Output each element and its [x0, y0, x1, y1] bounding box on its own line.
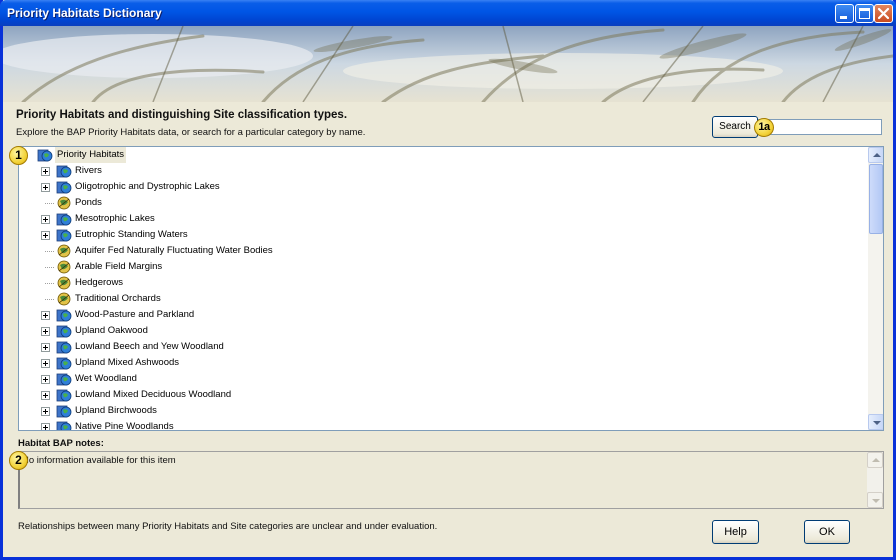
search-button[interactable]: Search	[712, 116, 758, 138]
notes-textarea[interactable]: No information available for this item	[18, 451, 884, 509]
tree-connector	[45, 251, 54, 252]
notes-scroll-down-button[interactable]	[867, 492, 883, 508]
notes-text: No information available for this item	[22, 455, 176, 466]
globe-folder-icon	[37, 149, 53, 162]
expand-icon[interactable]	[41, 183, 50, 192]
page-heading: Priority Habitats and distinguishing Sit…	[16, 109, 348, 121]
tree-node-label: Traditional Orchards	[75, 293, 161, 304]
tree-node-label: Ponds	[75, 197, 102, 208]
globe-folder-icon	[56, 405, 72, 418]
globe-folder-icon	[56, 389, 72, 402]
page-subheading: Explore the BAP Priority Habitats data, …	[16, 127, 366, 138]
scroll-up-button[interactable]	[868, 147, 883, 163]
close-button[interactable]	[874, 4, 893, 23]
globe-folder-icon	[56, 373, 72, 386]
habitat-tree[interactable]: Priority Habitats Rivers Oligotrophic and…	[18, 146, 884, 431]
tree-node-label: Aquifer Fed Naturally Fluctuating Water …	[75, 245, 273, 256]
tree-node-label: Wet Woodland	[75, 373, 137, 384]
globe-folder-icon	[56, 229, 72, 242]
search-input[interactable]	[758, 119, 882, 135]
arrow-down-icon	[873, 421, 881, 425]
expand-icon[interactable]	[41, 311, 50, 320]
ok-button[interactable]: OK	[804, 520, 850, 544]
footer-message: Relationships between many Priority Habi…	[18, 521, 438, 532]
tree-node-label: Rivers	[75, 165, 102, 176]
tree-node-label: Hedgerows	[75, 277, 124, 288]
globe-folder-icon	[56, 341, 72, 354]
maximize-icon	[859, 8, 870, 19]
globe-leaf-icon	[57, 292, 71, 306]
close-icon	[877, 7, 890, 20]
globe-folder-icon	[56, 213, 72, 226]
globe-folder-icon	[56, 165, 72, 178]
notes-vertical-scrollbar[interactable]	[867, 452, 883, 508]
grass-artwork	[3, 26, 893, 102]
tree-vertical-scrollbar[interactable]	[868, 147, 883, 430]
tree-connector	[45, 203, 54, 204]
expand-icon[interactable]	[41, 343, 50, 352]
globe-folder-icon	[56, 325, 72, 338]
callout-badge-tree: 1	[9, 146, 28, 165]
globe-leaf-icon	[57, 196, 71, 210]
tree-node-label: Upland Mixed Ashwoods	[75, 357, 180, 368]
callout-badge-search: 1a	[754, 118, 774, 137]
minimize-icon	[840, 16, 847, 19]
maximize-button[interactable]	[855, 4, 874, 23]
tree-node-label: Native Pine Woodlands	[75, 421, 174, 431]
globe-folder-icon	[56, 357, 72, 370]
tree-node-label: Lowland Mixed Deciduous Woodland	[75, 389, 232, 400]
title-bar[interactable]: Priority Habitats Dictionary	[0, 0, 896, 26]
expand-icon[interactable]	[41, 359, 50, 368]
arrow-up-icon	[873, 153, 881, 157]
scroll-down-button[interactable]	[868, 414, 883, 430]
window-title: Priority Habitats Dictionary	[7, 6, 162, 20]
tree-connector	[45, 283, 54, 284]
expand-icon[interactable]	[41, 375, 50, 384]
tree-node-label: Lowland Beech and Yew Woodland	[75, 341, 224, 352]
notes-label: Habitat BAP notes:	[18, 438, 104, 449]
globe-leaf-icon	[57, 276, 71, 290]
tree-node-label: Mesotrophic Lakes	[75, 213, 155, 224]
callout-badge-notes: 2	[9, 451, 28, 470]
expand-icon[interactable]	[41, 167, 50, 176]
tree-node-label: Wood-Pasture and Parkland	[75, 309, 195, 320]
globe-folder-icon	[56, 309, 72, 322]
notes-scroll-up-button[interactable]	[867, 452, 883, 468]
help-button[interactable]: Help	[712, 520, 759, 544]
expand-icon[interactable]	[41, 391, 50, 400]
tree-node-label: Oligotrophic and Dystrophic Lakes	[75, 181, 220, 192]
expand-icon[interactable]	[41, 327, 50, 336]
expand-icon[interactable]	[41, 231, 50, 240]
tree-connector	[45, 299, 54, 300]
globe-folder-icon	[56, 181, 72, 194]
tree-node-label: Upland Oakwood	[75, 325, 148, 336]
globe-leaf-icon	[57, 260, 71, 274]
tree-node-label: Priority Habitats	[55, 147, 127, 163]
tree-node-label: Eutrophic Standing Waters	[75, 229, 188, 240]
arrow-down-icon	[872, 499, 880, 503]
arrow-up-icon	[872, 458, 880, 462]
globe-leaf-icon	[57, 244, 71, 258]
tree-node-label: Arable Field Margins	[75, 261, 163, 272]
tree-node-label: Upland Birchwoods	[75, 405, 157, 416]
dialog-window: Priority Habitats Dictionary Priority Ha…	[0, 0, 896, 560]
tree-connector	[45, 267, 54, 268]
scroll-thumb[interactable]	[869, 164, 883, 234]
header-banner-image	[3, 26, 893, 102]
globe-folder-icon	[56, 421, 72, 430]
expand-icon[interactable]	[41, 215, 50, 224]
expand-icon[interactable]	[41, 423, 50, 430]
expand-icon[interactable]	[41, 407, 50, 416]
minimize-button[interactable]	[835, 4, 854, 23]
